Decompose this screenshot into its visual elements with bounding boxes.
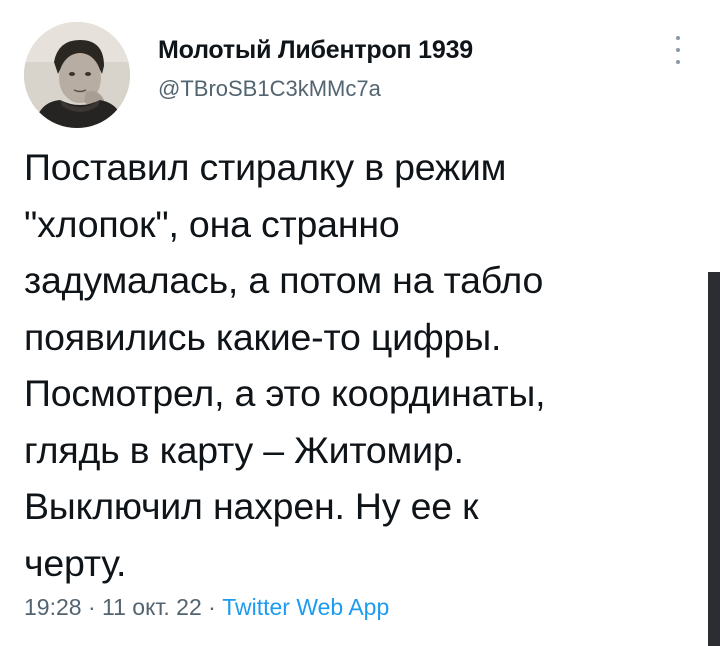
tweet-text-line: Посмотрел, а это координаты, xyxy=(24,372,546,414)
more-dot xyxy=(676,36,680,40)
tweet-time[interactable]: 19:28 xyxy=(24,594,82,620)
tweet-text-line: задумалась, а потом на табло xyxy=(24,259,544,301)
scrollbar[interactable] xyxy=(708,272,720,646)
more-dot xyxy=(676,48,680,52)
tweet-text-line: Поставил стиралку в режим xyxy=(24,146,507,188)
tweet-text-line: глядь в карту – Житомир. xyxy=(24,428,464,471)
tweet-meta: 19:28 · 11 окт. 22 · Twitter Web App xyxy=(24,594,389,621)
more-vertical-icon[interactable] xyxy=(672,36,684,64)
meta-separator: · xyxy=(208,594,216,620)
author-handle[interactable]: @TBroSB1C3kMMc7a xyxy=(158,76,381,102)
tweet-text-line: Выключил нахрен. Ну ее к xyxy=(24,485,479,527)
tweet-source-link[interactable]: Twitter Web App xyxy=(222,594,389,620)
more-dot xyxy=(676,60,680,64)
tweet-date[interactable]: 11 окт. 22 xyxy=(102,594,202,620)
tweet-text-line: "хлопок", она странно xyxy=(24,202,400,245)
tweet-text-line: черту. xyxy=(24,541,127,584)
tweet-text-line: появились какие-то цифры. xyxy=(24,315,502,358)
tweet: Молотый Либентроп 1939 @TBroSB1C3kMMc7a … xyxy=(0,0,720,646)
avatar-photo-icon xyxy=(24,22,130,128)
tweet-text: Поставил стиралку в режим "хлопок", она … xyxy=(24,139,684,591)
meta-separator: · xyxy=(87,594,96,620)
author-display-name[interactable]: Молотый Либентроп 1939 xyxy=(158,36,473,65)
avatar[interactable] xyxy=(24,22,130,128)
